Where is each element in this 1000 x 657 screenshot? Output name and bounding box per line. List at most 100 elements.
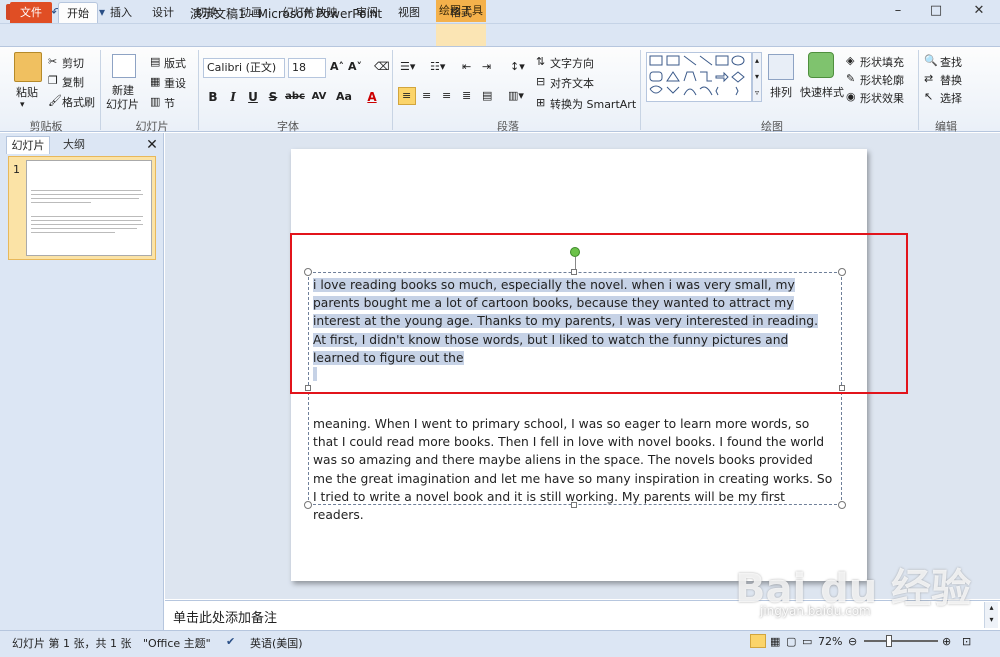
zoom-in-icon[interactable]: ⊕ bbox=[942, 635, 951, 648]
minimize-button[interactable]: – bbox=[880, 0, 916, 22]
tab-file[interactable]: 文件 bbox=[10, 2, 52, 23]
tab-animations[interactable]: 动画 bbox=[234, 2, 268, 23]
new-slide-button-line2[interactable]: 幻灯片 bbox=[106, 96, 139, 112]
fit-to-window-icon[interactable]: ⊡ bbox=[962, 635, 971, 648]
slide-thumbnail[interactable] bbox=[26, 160, 152, 256]
shape-effects-button[interactable]: 形状效果 bbox=[860, 90, 904, 106]
reading-view-icon[interactable]: ▢ bbox=[786, 635, 796, 648]
zoom-out-icon[interactable]: ⊖ bbox=[848, 635, 857, 648]
arrange-button[interactable]: 排列 bbox=[770, 84, 792, 100]
tab-home[interactable]: 开始 bbox=[58, 2, 98, 23]
theme-status[interactable]: "Office 主题" bbox=[143, 635, 211, 651]
decrease-indent-icon[interactable]: ⇤ bbox=[462, 60, 471, 73]
copy-icon[interactable]: ❐ bbox=[48, 74, 58, 87]
align-left-icon: ≡ bbox=[402, 89, 412, 102]
text-direction-button[interactable]: 文字方向 bbox=[550, 55, 594, 71]
copy-button[interactable]: 复制 bbox=[62, 74, 84, 90]
text-direction-icon[interactable]: ⇅ bbox=[536, 55, 545, 68]
format-painter-icon[interactable]: 🖌 bbox=[48, 94, 62, 107]
justify-icon[interactable]: ≣ bbox=[462, 89, 471, 102]
select-button[interactable]: 选择 bbox=[940, 90, 962, 106]
new-slide-icon[interactable] bbox=[112, 54, 136, 78]
reset-button[interactable]: 重设 bbox=[164, 75, 186, 91]
cut-button[interactable]: 剪切 bbox=[62, 55, 84, 71]
tab-transitions[interactable]: 切换 bbox=[190, 2, 224, 23]
find-icon[interactable]: 🔍 bbox=[924, 54, 938, 67]
zoom-level[interactable]: 72% bbox=[818, 635, 842, 648]
bold-button[interactable]: B bbox=[205, 89, 221, 105]
notes-scrollbar[interactable]: ▴ ▾ bbox=[984, 602, 998, 628]
tab-slideshow[interactable]: 幻灯片放映 bbox=[280, 2, 340, 23]
paste-dropdown-icon[interactable]: ▾ bbox=[20, 100, 25, 110]
align-center-icon[interactable]: ≡ bbox=[422, 89, 431, 102]
select-icon[interactable]: ↖ bbox=[924, 90, 933, 103]
zoom-slider-thumb[interactable] bbox=[886, 635, 892, 647]
slideshow-view-icon[interactable]: ▭ bbox=[802, 635, 812, 648]
shape-effects-icon[interactable]: ◉ bbox=[846, 90, 856, 103]
italic-button[interactable]: I bbox=[225, 89, 241, 105]
font-size-combo[interactable]: 18 bbox=[288, 58, 326, 78]
shrink-font-icon[interactable]: A˅ bbox=[348, 60, 362, 73]
close-button[interactable]: ✕ bbox=[958, 0, 1000, 22]
tab-outline-panel[interactable]: 大纲 bbox=[52, 136, 96, 154]
arrange-icon[interactable] bbox=[768, 54, 794, 80]
align-text-button[interactable]: 对齐文本 bbox=[550, 75, 594, 91]
section-button[interactable]: 节 bbox=[164, 95, 175, 111]
clear-formatting-icon[interactable]: ⌫ bbox=[374, 60, 390, 73]
grow-font-icon[interactable]: A˄ bbox=[330, 60, 344, 73]
font-color-button[interactable]: A bbox=[364, 89, 380, 105]
resize-handle-bottom-right[interactable] bbox=[838, 501, 846, 509]
distributed-icon[interactable]: ▤ bbox=[482, 89, 492, 102]
shape-outline-button[interactable]: 形状轮廓 bbox=[860, 72, 904, 88]
slide-sorter-icon[interactable]: ▦ bbox=[770, 635, 780, 648]
tab-slides-panel[interactable]: 幻灯片 bbox=[6, 136, 50, 154]
layout-icon[interactable]: ▤ bbox=[150, 55, 160, 68]
convert-smartart-button[interactable]: 转换为 SmartArt bbox=[550, 96, 636, 112]
layout-button[interactable]: 版式 bbox=[164, 55, 186, 71]
replace-icon[interactable]: ⇄ bbox=[924, 72, 933, 85]
numbering-icon[interactable]: ☷▾ bbox=[430, 60, 445, 73]
tab-view[interactable]: 视图 bbox=[392, 2, 426, 23]
cut-icon[interactable]: ✂ bbox=[48, 55, 57, 68]
paste-button-label[interactable]: 粘贴 bbox=[16, 84, 38, 100]
increase-indent-icon[interactable]: ⇥ bbox=[482, 60, 491, 73]
columns-icon[interactable]: ▥▾ bbox=[508, 89, 524, 102]
smartart-icon[interactable]: ⊞ bbox=[536, 96, 545, 109]
close-panel-icon[interactable]: ✕ bbox=[144, 137, 160, 153]
align-right-icon[interactable]: ≡ bbox=[442, 89, 451, 102]
align-text-icon[interactable]: ⊟ bbox=[536, 75, 545, 88]
tab-design[interactable]: 设计 bbox=[146, 2, 180, 23]
reset-icon[interactable]: ▦ bbox=[150, 75, 160, 88]
section-icon[interactable]: ▥ bbox=[150, 95, 160, 108]
language-status[interactable]: 英语(美国) bbox=[250, 635, 303, 651]
line-spacing-icon[interactable]: ↕▾ bbox=[510, 60, 525, 73]
spell-check-icon[interactable]: ✔ bbox=[226, 635, 235, 648]
tab-insert[interactable]: 插入 bbox=[104, 2, 138, 23]
text-paragraph[interactable]: meaning. When I went to primary school, … bbox=[313, 415, 833, 524]
maximize-button[interactable]: □ bbox=[918, 0, 954, 22]
replace-button[interactable]: 替换 bbox=[940, 72, 962, 88]
tab-review[interactable]: 审阅 bbox=[350, 2, 384, 23]
resize-handle-bottom-left[interactable] bbox=[304, 501, 312, 509]
bullets-icon[interactable]: ☰▾ bbox=[400, 60, 415, 73]
shape-outline-icon[interactable]: ✎ bbox=[846, 72, 855, 85]
shapes-gallery[interactable] bbox=[646, 52, 752, 102]
shadow-s-button[interactable]: S bbox=[265, 89, 281, 105]
change-case-button[interactable]: Aa bbox=[333, 89, 355, 105]
shape-fill-button[interactable]: 形状填充 bbox=[860, 54, 904, 70]
strikethrough-button[interactable]: abc bbox=[284, 89, 306, 105]
underline-button[interactable]: U bbox=[245, 89, 261, 105]
zoom-slider[interactable] bbox=[864, 640, 938, 642]
shape-fill-icon[interactable]: ◈ bbox=[846, 54, 854, 67]
normal-view-icon[interactable] bbox=[750, 634, 766, 648]
quick-styles-button[interactable]: 快速样式 bbox=[800, 84, 844, 100]
tab-format[interactable]: 格式 bbox=[440, 2, 482, 23]
find-button[interactable]: 查找 bbox=[940, 54, 962, 70]
char-spacing-button[interactable]: AV bbox=[308, 89, 330, 105]
shapes-gallery-scroll[interactable]: ▴ ▾ ▿ bbox=[752, 52, 762, 102]
notes-placeholder[interactable]: 单击此处添加备注 bbox=[173, 607, 277, 626]
paste-icon[interactable] bbox=[14, 52, 42, 82]
format-painter-button[interactable]: 格式刷 bbox=[62, 94, 95, 110]
quick-styles-icon[interactable] bbox=[808, 52, 834, 78]
font-name-combo[interactable]: Calibri (正文) bbox=[203, 58, 285, 78]
